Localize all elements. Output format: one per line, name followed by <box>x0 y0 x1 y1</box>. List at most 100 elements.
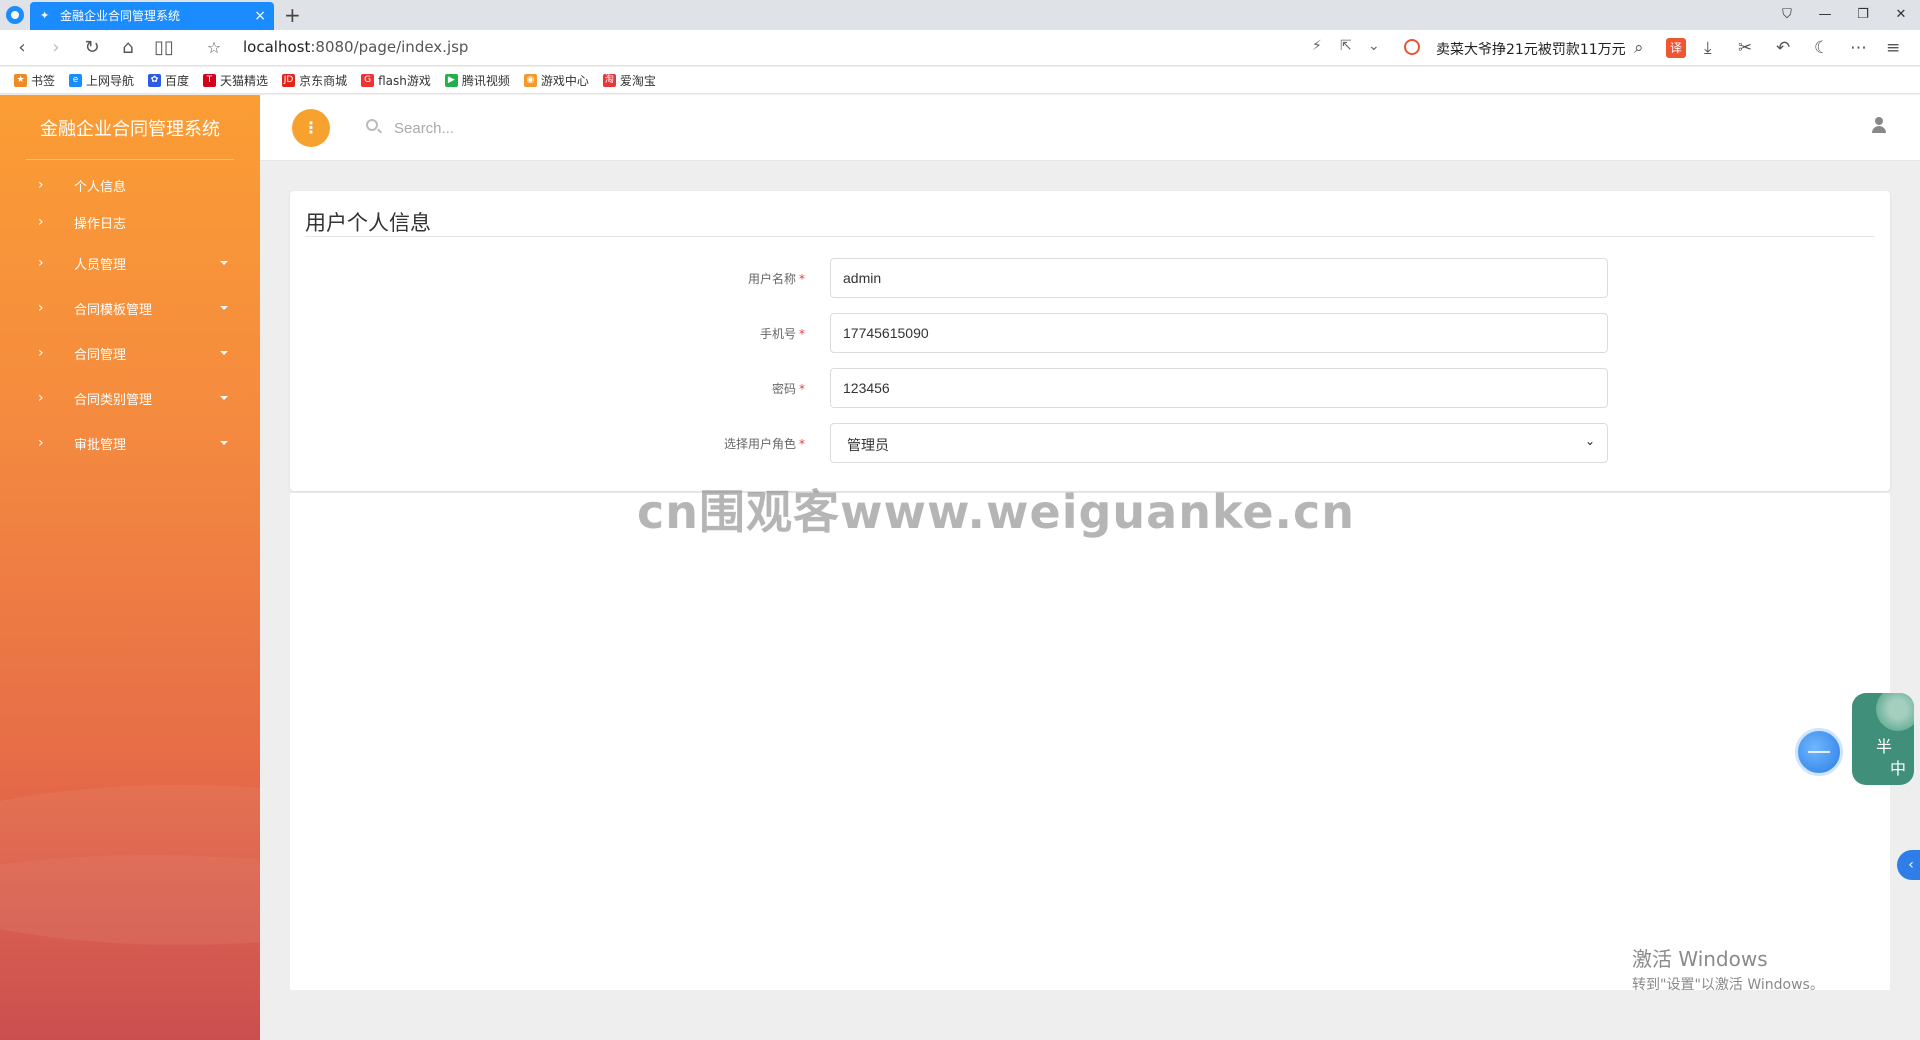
username-label: 用户名称 * <box>747 272 805 286</box>
bookmark-item[interactable]: 淘爱淘宝 <box>602 72 656 89</box>
download-icon[interactable]: ⤓ <box>1704 38 1712 58</box>
page-title: 用户个人信息 <box>305 211 431 235</box>
news-ticker[interactable]: 卖菜大爷挣21元被罚款11万元 <box>1436 39 1626 59</box>
sidebar-item[interactable]: › 合同管理 <box>0 335 260 371</box>
role-selected-value: 管理员 <box>847 438 889 454</box>
bookmark-icon: T <box>203 73 217 87</box>
app-brand[interactable]: 金融企业合同管理系统 <box>0 115 260 141</box>
bookmark-item[interactable]: e 上网导航 <box>69 72 134 89</box>
more-icon[interactable]: ⋯ <box>1850 38 1867 58</box>
bookmark-item[interactable]: Gflash游戏 <box>361 72 431 89</box>
sidebar-item-label: 人员管理 <box>74 258 127 273</box>
bookmark-item[interactable]: ▶ 腾讯视频 <box>444 72 510 89</box>
browser-tab-active[interactable]: ✦ 金融企业合同管理系统 × <box>30 2 274 30</box>
scissors-icon[interactable]: ✂ <box>1738 38 1752 58</box>
bookmark-item[interactable]: T 天猫精选 <box>203 72 268 89</box>
sidebar-item[interactable]: › 个人信息 <box>0 167 260 203</box>
caret-down-icon <box>220 351 228 355</box>
restore-button[interactable]: ❐ <box>1844 0 1882 30</box>
forward-icon[interactable]: › <box>44 36 68 60</box>
address-bar: ‹ › ↻ ⌂ ▯▯ ☆ localhost:8080/page/index.j… <box>0 30 1920 66</box>
sidebar-item[interactable]: › 操作日志 <box>0 204 260 240</box>
chevron-right-icon: › <box>38 435 44 451</box>
reader-icon[interactable]: ▯▯ <box>152 36 176 60</box>
menu-icon[interactable]: ≡ <box>1886 38 1900 58</box>
minimize-button[interactable]: — <box>1806 0 1844 30</box>
role-select[interactable]: 管理员 ⌄ <box>830 423 1608 463</box>
search-input[interactable] <box>394 113 694 143</box>
sidebar-item[interactable]: › 合同模板管理 <box>0 290 260 326</box>
lightning-icon[interactable]: ⚡ <box>1312 38 1322 54</box>
ad-decoration <box>1876 693 1914 731</box>
shirt-icon[interactable]: ⛉ <box>1768 0 1806 30</box>
bookmark-label: flash游戏 <box>378 73 431 88</box>
browser-logo-icon <box>6 6 24 24</box>
role-label: 选择用户角色 * <box>723 437 805 451</box>
password-field[interactable] <box>830 368 1608 408</box>
windows-activation-notice: 激活 Windows 转到"设置"以激活 Windows。 <box>1632 943 1824 994</box>
chevron-right-icon: › <box>38 345 44 361</box>
caret-down-icon <box>220 306 228 310</box>
url-field[interactable]: localhost:8080/page/index.jsp <box>243 38 468 56</box>
chevron-right-icon: › <box>38 177 44 193</box>
bookmark-item[interactable]: ★ 书签 <box>14 72 55 89</box>
activate-title: 激活 Windows <box>1632 947 1768 971</box>
sidebar-item[interactable]: › 合同类别管理 <box>0 380 260 416</box>
profile-card: 用户个人信息 用户名称* 手机号* 密码* 选择用户角色* 管理员 ⌄ <box>290 191 1890 491</box>
new-tab-button[interactable]: + <box>284 2 301 28</box>
bookmark-icon: e <box>69 73 83 87</box>
ad-badge-text-2: 中 <box>1890 759 1907 778</box>
chevron-down-icon: ⌄ <box>1584 434 1595 448</box>
sidebar-item[interactable]: › 审批管理 <box>0 425 260 461</box>
share-icon[interactable]: ⇱ <box>1340 38 1352 54</box>
chevron-right-icon: › <box>38 214 44 230</box>
title-divider <box>305 236 1875 237</box>
chevron-right-icon: › <box>38 255 44 271</box>
reload-icon[interactable]: ↻ <box>80 36 104 60</box>
bookmark-label: 爱淘宝 <box>619 73 656 88</box>
phone-field[interactable] <box>830 313 1608 353</box>
sidebar-item-label: 个人信息 <box>74 180 127 195</box>
bookmark-item[interactable]: JD 京东商城 <box>282 72 347 89</box>
bookmarks-bar: ★ 书签 e 上网导航 ✿ 百度 T 天猫精选 JD 京东商城 Gflash游戏 ▶ 腾讯视频 ◉ 游戏中心… <box>0 67 1920 94</box>
sidebar-toggle-button[interactable]: ⋮ <box>292 109 330 147</box>
site-watermark: cn围观客www.weiguanke.cn <box>637 485 1356 539</box>
favorite-star-icon[interactable]: ☆ <box>202 36 226 60</box>
role-row: 选择用户角色 * 管理员 ⌄ <box>290 423 1890 463</box>
bookmark-item[interactable]: ✿ 百度 <box>148 72 189 89</box>
back-icon[interactable]: ‹ <box>10 36 34 60</box>
bookmark-icon: ★ <box>14 73 27 87</box>
chevron-right-icon: › <box>38 300 44 316</box>
url-host: localhost <box>243 38 311 56</box>
search-icon[interactable]: ⌕ <box>1634 38 1644 58</box>
content-area <box>290 493 1890 990</box>
dropdown-icon[interactable]: ⌄ <box>1368 38 1380 54</box>
sidebar-item-label: 合同类别管理 <box>74 393 153 408</box>
bookmark-icon: ✿ <box>148 73 162 87</box>
sidebar-item-label: 审批管理 <box>74 438 127 453</box>
bookmark-item[interactable]: ◉ 游戏中心 <box>523 72 589 89</box>
sidebar-item[interactable]: › 人员管理 <box>0 245 260 281</box>
side-collapse-tab[interactable]: ‹ <box>1897 850 1920 880</box>
browser-tabbar: ✦ 金融企业合同管理系统 × + ⛉ — ❐ ✕ <box>0 0 1920 30</box>
url-path: :8080/page/index.jsp <box>310 38 469 56</box>
bookmark-icon: JD <box>282 73 296 87</box>
bookmark-label: 腾讯视频 <box>461 73 510 88</box>
bookmark-label: 天猫精选 <box>220 73 269 88</box>
tab-close-icon[interactable]: × <box>254 2 266 30</box>
window-close-button[interactable]: ✕ <box>1882 0 1920 30</box>
username-field[interactable] <box>830 258 1608 298</box>
user-icon[interactable] <box>1872 117 1886 135</box>
bookmark-label: 京东商城 <box>299 73 348 88</box>
floating-ad-badge[interactable]: 半 中 <box>1852 693 1914 785</box>
translate-icon[interactable]: 译 <box>1666 38 1686 58</box>
floating-assistant-ball[interactable] <box>1795 728 1843 776</box>
chevron-right-icon: › <box>38 390 44 406</box>
username-row: 用户名称 * <box>290 258 1890 298</box>
bookmark-icon: 淘 <box>602 73 616 87</box>
home-icon[interactable]: ⌂ <box>116 36 140 60</box>
bookmark-icon: ▶ <box>444 73 458 87</box>
undo-icon[interactable]: ↶ <box>1776 38 1790 58</box>
night-mode-icon[interactable]: ☾ <box>1814 38 1829 58</box>
tab-title: 金融企业合同管理系统 <box>60 9 181 23</box>
